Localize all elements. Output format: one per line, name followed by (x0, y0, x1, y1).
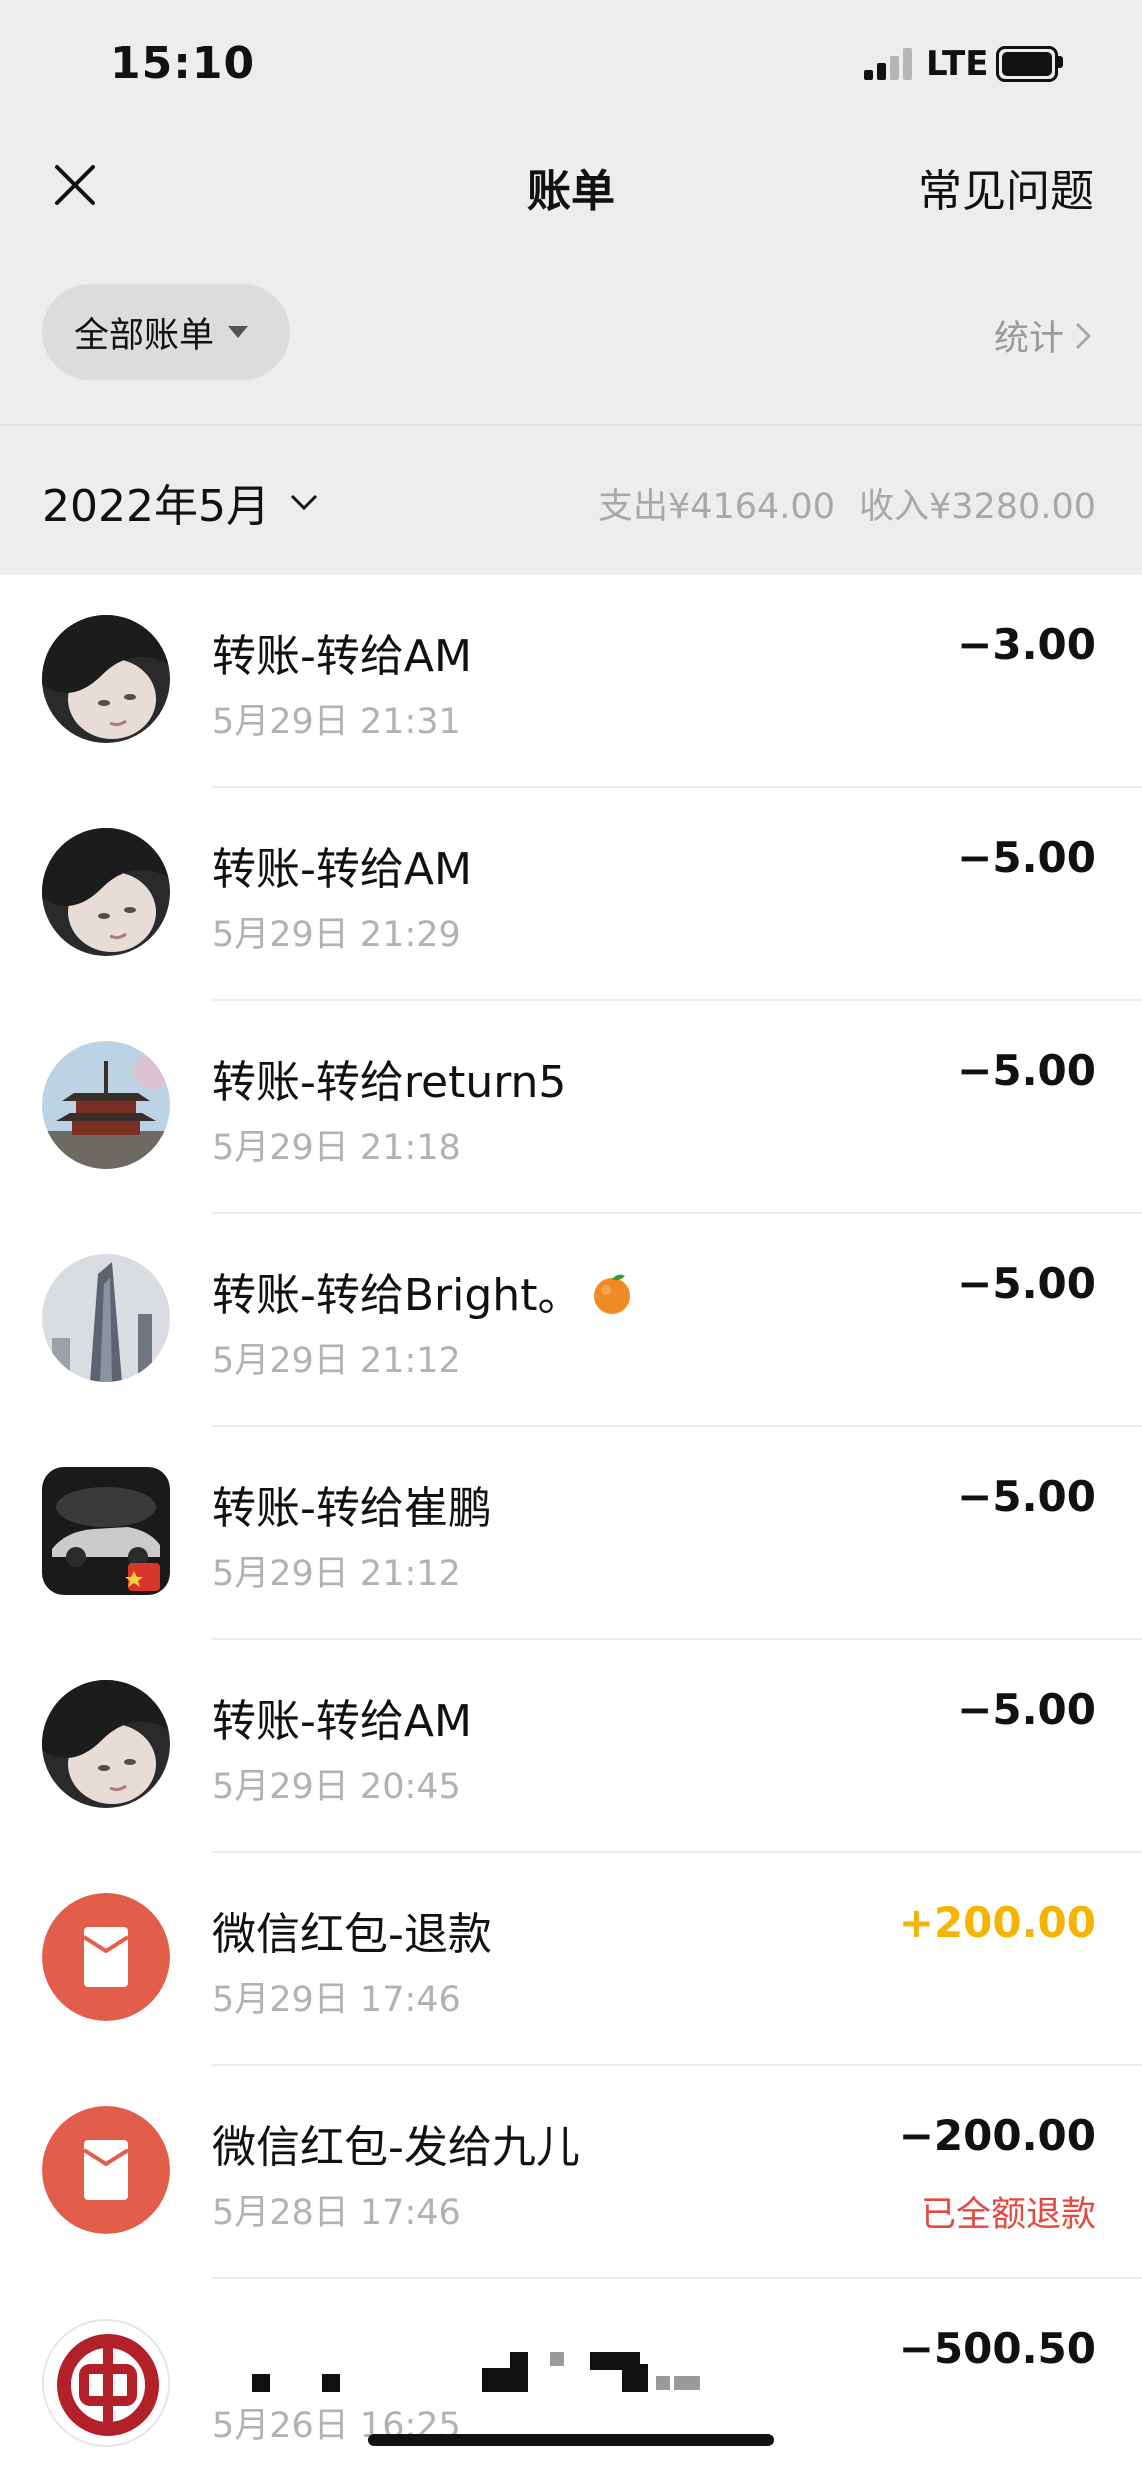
transaction-date: 5月29日 17:46 (212, 1980, 461, 2020)
transaction-date: 5月29日 20:45 (212, 1767, 461, 1807)
month-totals: 支出¥4164.00 收入¥3280.00 (598, 478, 1096, 529)
transaction-amount: −5.00 (957, 833, 1096, 882)
transaction-date: 5月28日 17:46 (212, 2193, 461, 2233)
transaction-amount: −5.00 (957, 1259, 1096, 1308)
chevron-down-icon (290, 494, 318, 511)
transaction-title: 转账-转给AM (212, 631, 472, 682)
photo-girl-avatar (42, 828, 170, 956)
transaction-row[interactable]: 5月26日 16:25 −500.50 (0, 2279, 1142, 2492)
transaction-title: 转账-转给AM (212, 844, 472, 895)
transaction-amount: −3.00 (957, 620, 1096, 669)
transaction-amount: −5.00 (957, 1046, 1096, 1095)
bank-of-china-logo (42, 2319, 170, 2447)
car-photo-avatar (42, 1467, 170, 1595)
battery-cap (1058, 56, 1063, 68)
transaction-title: 转账-转给return5 (212, 1057, 567, 1108)
orange-icon (589, 1270, 635, 1316)
transaction-amount: −200.00 (898, 2111, 1096, 2160)
skyscraper-photo-avatar (42, 1254, 170, 1382)
chevron-right-icon (1075, 322, 1092, 349)
transaction-row[interactable]: 转账-转给AM 5月29日 20:45 −5.00 (0, 1640, 1142, 1853)
redacted-title (212, 2334, 772, 2394)
transaction-amount: +200.00 (898, 1898, 1096, 1947)
transaction-date: 5月29日 21:18 (212, 1128, 461, 1168)
transaction-list: 转账-转给AM 5月29日 21:31 −3.00 转账-转给AM 5月29日 … (0, 575, 1142, 2492)
transaction-amount: −5.00 (957, 1472, 1096, 1521)
transaction-title: 微信红包-退款 (212, 1909, 492, 1960)
pagoda-photo-avatar (42, 1041, 170, 1169)
transaction-row[interactable]: 转账-转给崔鹏 5月29日 21:12 −5.00 (0, 1427, 1142, 1640)
photo-girl-avatar (42, 615, 170, 743)
signal-strength-icon (864, 48, 912, 80)
transaction-row[interactable]: 转账-转给AM 5月29日 21:31 −3.00 (0, 575, 1142, 788)
income-total: 收入¥3280.00 (858, 487, 1096, 527)
transaction-amount: −500.50 (898, 2324, 1096, 2373)
bill-filter-dropdown[interactable]: 全部账单 (42, 284, 290, 380)
stats-link[interactable]: 统计 (994, 310, 1094, 361)
transaction-title: 转账-转给AM (212, 1696, 472, 1747)
transaction-date: 5月29日 21:12 (212, 1341, 461, 1381)
transaction-title: 转账-转给崔鹏 (212, 1483, 492, 1534)
transaction-row[interactable]: 转账-转给Bright。 5月29日 21:12 −5.00 (0, 1214, 1142, 1427)
expense-total: 支出¥4164.00 (597, 487, 835, 527)
faq-link[interactable]: 常见问题 (918, 155, 1094, 219)
caret-down-icon (228, 326, 249, 338)
transaction-row[interactable]: 微信红包-退款 5月29日 17:46 +200.00 (0, 1853, 1142, 2066)
network-type: LTE (926, 44, 989, 84)
stats-label: 统计 (993, 319, 1064, 359)
month-label: 2022年5月 (42, 481, 270, 532)
month-picker[interactable]: 2022年5月 (42, 470, 322, 534)
filter-label: 全部账单 (74, 315, 215, 356)
transaction-row[interactable]: 转账-转给return5 5月29日 21:18 −5.00 (0, 1001, 1142, 1214)
transaction-title: 转账-转给Bright。 (212, 1259, 635, 1323)
red-packet-icon (42, 1893, 170, 2021)
transaction-date: 5月29日 21:12 (212, 1554, 461, 1594)
transaction-date: 5月29日 21:31 (212, 702, 461, 742)
status-time: 15:10 (110, 38, 256, 89)
header-divider (0, 424, 1142, 426)
home-indicator[interactable] (368, 2434, 774, 2446)
transaction-row[interactable]: 转账-转给AM 5月29日 21:29 −5.00 (0, 788, 1142, 1001)
transaction-row[interactable]: 微信红包-发给九儿 5月28日 17:46 −200.00 已全额退款 (0, 2066, 1142, 2279)
transaction-title-text: 转账-转给Bright。 (212, 1270, 582, 1321)
refund-status: 已全额退款 (920, 2195, 1096, 2235)
transaction-amount: −5.00 (957, 1685, 1096, 1734)
battery-icon (996, 46, 1058, 82)
status-bar: 15:10 LTE (0, 0, 1142, 130)
transaction-date: 5月29日 21:29 (212, 915, 461, 955)
transaction-title: 微信红包-发给九儿 (212, 2122, 580, 2173)
photo-girl-avatar (42, 1680, 170, 1808)
red-packet-icon (42, 2106, 170, 2234)
